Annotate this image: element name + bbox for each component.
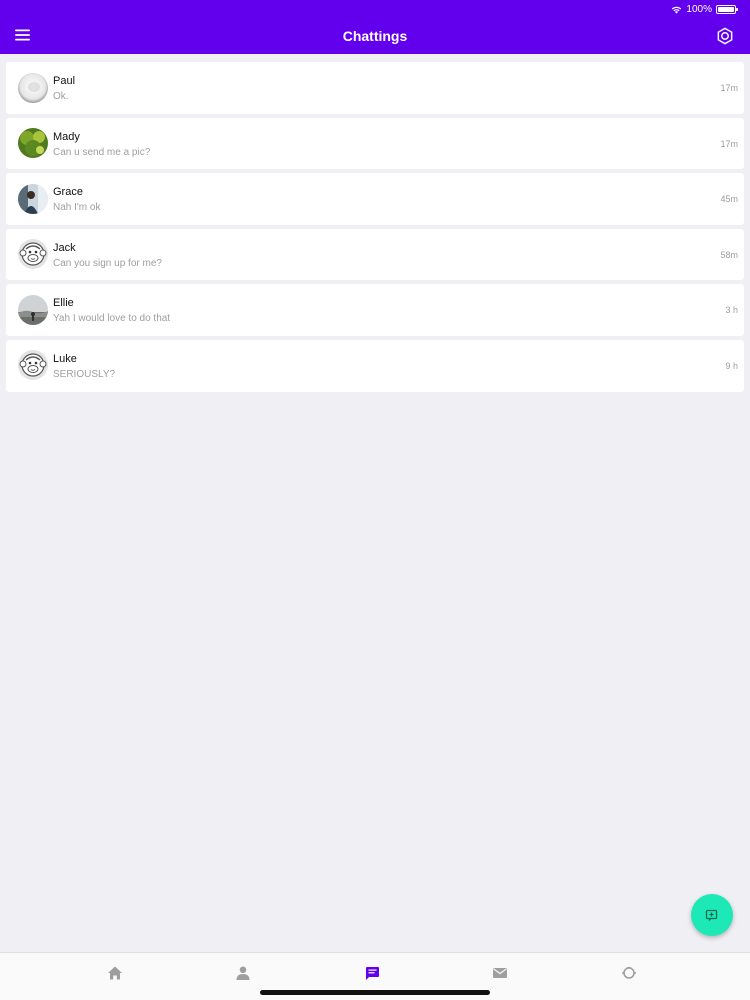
contact-name: Paul (53, 75, 76, 87)
person-icon (236, 966, 250, 980)
message-time: 45m (720, 194, 738, 205)
avatar (18, 294, 48, 325)
tab-profile[interactable] (233, 963, 253, 983)
home-indicator (260, 990, 490, 995)
tab-home[interactable] (105, 963, 125, 983)
last-message: Ok. (53, 91, 69, 102)
tab-explore[interactable] (619, 963, 639, 983)
tab-mail[interactable] (490, 963, 510, 983)
avatar (18, 183, 48, 214)
last-message: Yah I would love to do that (53, 313, 171, 325)
battery-percentage: 100% (686, 3, 712, 15)
last-message: Can you sign up for me? (53, 257, 162, 269)
settings-button[interactable] (714, 25, 736, 47)
chat-row-jack[interactable]: Jack Can you sign up for me? 58m (6, 228, 744, 281)
new-chat-button[interactable] (691, 894, 733, 936)
avatar (18, 72, 48, 103)
tab-chats[interactable] (362, 963, 382, 983)
chat-row-grace[interactable]: Grace Nah I'm ok 45m (6, 173, 744, 225)
home-icon (108, 966, 122, 980)
battery-icon (716, 4, 738, 14)
chat-list: Paul Ok. 17m Mady Can u send me a pic? 1… (6, 62, 744, 392)
message-time: 17m (720, 138, 738, 149)
last-message: Can u send me a pic? (53, 146, 151, 158)
explore-icon (622, 966, 636, 979)
message-time: 9 h (725, 360, 738, 371)
chat-row-luke[interactable]: Luke SERIOUSLY? 9 h (6, 339, 744, 392)
chat-row-paul[interactable]: Paul Ok. 17m (6, 62, 744, 114)
chat-icon (366, 967, 379, 980)
contact-name: Mady (53, 130, 80, 143)
wifi-icon (672, 6, 682, 14)
avatar (18, 350, 48, 381)
chat-row-mady[interactable]: Mady Can u send me a pic? 17m (6, 117, 744, 170)
new-chat-icon (705, 909, 718, 921)
contact-name: Luke (53, 352, 77, 365)
avatar (18, 128, 48, 159)
contact-name: Jack (53, 241, 76, 254)
status-bar: 100% (671, 3, 738, 15)
contact-name: Grace (53, 186, 83, 199)
avatar (18, 239, 48, 270)
chat-row-ellie[interactable]: Ellie Yah I would love to do that 3 h (6, 284, 744, 336)
message-time: 58m (720, 249, 738, 260)
mail-icon (493, 968, 507, 978)
app-header: 100% Chattings (0, 0, 750, 54)
gear-icon (717, 27, 733, 45)
page-title: Chattings (342, 28, 408, 44)
last-message: Nah I'm ok (53, 202, 101, 214)
message-time: 17m (720, 83, 738, 93)
last-message: SERIOUSLY? (53, 368, 116, 380)
message-time: 3 h (725, 305, 738, 316)
contact-name: Ellie (53, 297, 74, 310)
